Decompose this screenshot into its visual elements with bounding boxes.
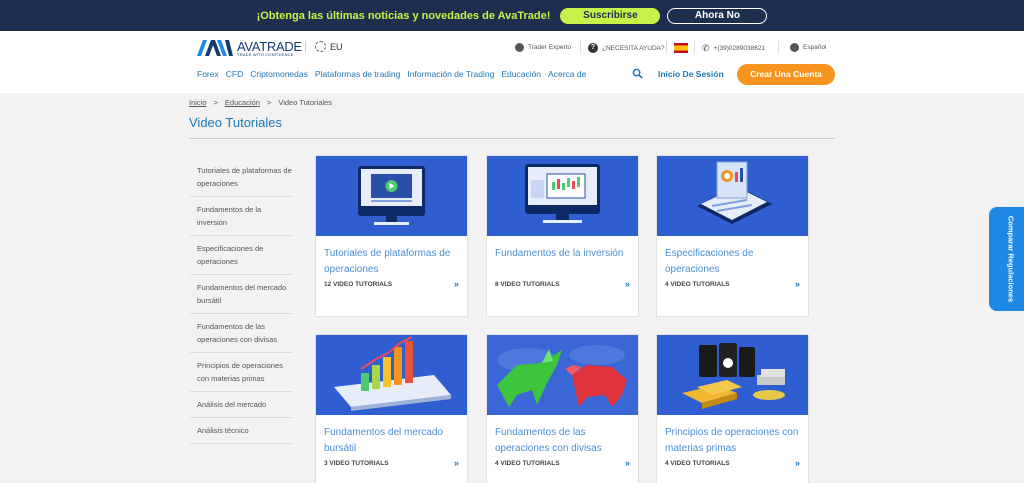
promo-text: ¡Obtenga las últimas noticias y novedade…	[256, 9, 551, 22]
user-icon	[515, 43, 524, 52]
phone-number: +(39)0289038621	[713, 45, 766, 52]
trader-expert-label: Trader Experto	[528, 44, 572, 51]
chevron-right-icon[interactable]: »	[454, 458, 459, 468]
tutorial-card[interactable]: Fundamentos de las operaciones con divis…	[486, 334, 639, 483]
spain-flag-icon	[674, 43, 688, 53]
sidebar-item-investment-basics[interactable]: Fundamentos de la inversión	[190, 197, 292, 236]
site-header: AVATRADE TRADE WITH CONFIDENCE EU Trader…	[0, 31, 1024, 93]
phone-icon: ✆	[702, 43, 710, 53]
phone-link[interactable]: ✆ +(39)0289038621	[702, 43, 765, 54]
nav-item-crypto[interactable]: Criptomonedas	[250, 69, 308, 79]
language-selector[interactable]: Español	[790, 43, 827, 52]
oil-barrels-gold-image	[657, 335, 808, 415]
nav-item-cfd[interactable]: CFD	[226, 69, 243, 79]
chevron-right-icon[interactable]: »	[795, 458, 800, 468]
country-flag-selector[interactable]	[674, 43, 688, 53]
subscribe-button[interactable]: Suscribirse	[560, 7, 661, 24]
tutorial-card[interactable]: Fundamentos del mercado bursátil 3 VIDEO…	[315, 334, 468, 483]
page-title: Video Tutoriales	[189, 115, 282, 130]
chevron-right-icon[interactable]: »	[795, 279, 800, 289]
breadcrumb-education[interactable]: Educación	[225, 98, 260, 107]
login-link[interactable]: Inicio De Sesión	[658, 69, 724, 79]
region-label: EU	[330, 41, 343, 52]
card-video-count: 3 VIDEO TUTORIALS	[324, 460, 389, 467]
phone-bar-chart-image	[316, 335, 467, 415]
divider	[666, 41, 667, 53]
isometric-dashboard-image	[657, 156, 808, 236]
candlestick-chart-monitor-image	[487, 156, 638, 236]
card-title[interactable]: Tutoriales de plataformas de operaciones	[324, 246, 464, 278]
sidebar-item-technical-analysis[interactable]: Análisis técnico	[190, 418, 292, 444]
breadcrumb: Inicio > Educación > Video Tutoriales	[189, 98, 332, 107]
language-label: Español	[803, 44, 827, 51]
card-title[interactable]: Fundamentos de la inversión	[495, 246, 635, 262]
breadcrumb-home[interactable]: Inicio	[189, 98, 207, 107]
card-video-count: 4 VIDEO TUTORIALS	[665, 460, 730, 467]
video-player-monitor-image	[316, 156, 467, 236]
sidebar-item-market-analysis[interactable]: Análisis del mercado	[190, 392, 292, 418]
help-label: ¿NECESITA AYUDA?	[602, 44, 665, 52]
breadcrumb-current: Video Tutoriales	[278, 98, 332, 107]
card-title[interactable]: Especificaciones de operaciones	[665, 246, 805, 278]
card-video-count: 8 VIDEO TUTORIALS	[495, 281, 560, 288]
breadcrumb-separator: >	[266, 98, 272, 107]
promo-banner: ¡Obtenga las últimas noticias y novedade…	[0, 0, 1024, 31]
create-account-button[interactable]: Crear Una Cuenta	[737, 64, 835, 85]
card-video-count: 4 VIDEO TUTORIALS	[665, 281, 730, 288]
bull-and-bear-image	[487, 335, 638, 415]
sidebar-item-commodities[interactable]: Principios de operaciones con materias p…	[190, 353, 292, 392]
help-icon: ?	[588, 43, 598, 53]
avatrade-logo-icon	[197, 40, 233, 56]
tutorial-card[interactable]: Fundamentos de la inversión 8 VIDEO TUTO…	[486, 155, 639, 317]
chevron-right-icon[interactable]: »	[625, 458, 630, 468]
tutorial-card[interactable]: Especificaciones de operaciones 4 VIDEO …	[656, 155, 809, 317]
breadcrumb-separator: >	[213, 98, 218, 107]
sidebar-item-stock-market[interactable]: Fundamentos del mercado bursátil	[190, 275, 292, 314]
card-title[interactable]: Principios de operaciones con materias p…	[665, 425, 805, 457]
region-icon	[315, 41, 326, 52]
region-selector[interactable]: EU	[315, 41, 343, 52]
dismiss-promo-button[interactable]: Ahora No	[667, 7, 768, 24]
card-video-count: 4 VIDEO TUTORIALS	[495, 460, 560, 467]
title-divider	[189, 138, 835, 139]
divider	[778, 41, 779, 53]
globe-icon	[790, 43, 799, 52]
tutorial-card[interactable]: Tutoriales de plataformas de operaciones…	[315, 155, 468, 317]
logo-tagline: TRADE WITH CONFIDENCE	[237, 52, 294, 57]
card-video-count: 12 VIDEO TUTORIALS	[324, 281, 393, 288]
sidebar-item-platform-tutorials[interactable]: Tutoriales de plataformas de operaciones	[190, 158, 292, 197]
nav-item-forex[interactable]: Forex	[197, 69, 219, 79]
chevron-right-icon[interactable]: »	[625, 279, 630, 289]
avatrade-logo[interactable]: AVATRADE TRADE WITH CONFIDENCE	[197, 40, 302, 57]
search-icon[interactable]	[632, 68, 643, 79]
nav-item-education[interactable]: Educación	[501, 69, 541, 79]
nav-item-platforms[interactable]: Plataformas de trading	[315, 69, 401, 79]
card-title[interactable]: Fundamentos de las operaciones con divis…	[495, 425, 635, 457]
sidebar-item-forex-basics[interactable]: Fundamentos de las operaciones con divis…	[190, 314, 292, 353]
chevron-right-icon[interactable]: »	[454, 279, 459, 289]
compare-regulations-tab[interactable]: Comparar Regulaciones	[989, 207, 1024, 311]
divider	[580, 41, 581, 53]
divider	[305, 41, 306, 53]
nav-item-about[interactable]: Acerca de	[548, 69, 586, 79]
category-sidebar: Tutoriales de plataformas de operaciones…	[190, 158, 292, 444]
compare-regulations-label: Comparar Regulaciones	[1006, 215, 1016, 303]
trader-expert-link[interactable]: Trader Experto	[515, 43, 571, 52]
tutorial-card[interactable]: Principios de operaciones con materias p…	[656, 334, 809, 483]
card-title[interactable]: Fundamentos del mercado bursátil	[324, 425, 464, 457]
divider	[694, 41, 695, 53]
sidebar-item-trading-specs[interactable]: Especificaciones de operaciones	[190, 236, 292, 275]
main-nav: Forex CFD Criptomonedas Plataformas de t…	[197, 69, 593, 79]
help-link[interactable]: ? ¿NECESITA AYUDA?	[588, 43, 665, 53]
nav-item-trading-info[interactable]: Información de Trading	[407, 69, 494, 79]
